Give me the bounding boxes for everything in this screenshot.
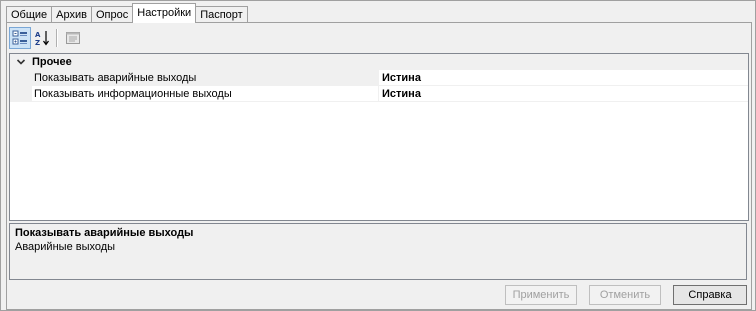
tab-settings[interactable]: Настройки — [132, 3, 197, 23]
property-name[interactable]: Показывать информационные выходы — [32, 86, 379, 102]
row-gutter — [10, 70, 32, 86]
tab-strip: Общие Архив Опрос Настройки Паспорт — [6, 3, 248, 23]
alphabetical-sort-button[interactable]: A Z — [31, 27, 53, 49]
category-label: Прочее — [32, 56, 72, 68]
property-row[interactable]: Показывать информационные выходы Истина — [10, 86, 748, 102]
row-gutter — [10, 86, 32, 102]
property-pages-icon — [66, 32, 80, 44]
tab-polling[interactable]: Опрос — [92, 6, 134, 23]
property-name[interactable]: Показывать аварийные выходы — [32, 70, 379, 86]
property-pages-button[interactable] — [62, 27, 84, 49]
collapse-toggle[interactable] — [10, 57, 32, 67]
property-grid: Прочее Показывать аварийные выходы Истин… — [9, 53, 749, 221]
property-grid-toolbar: A Z — [9, 26, 747, 50]
description-panel: Показывать аварийные выходы Аварийные вы… — [9, 223, 747, 280]
help-button[interactable]: Справка — [673, 285, 747, 305]
property-row[interactable]: Показывать аварийные выходы Истина — [10, 70, 748, 86]
description-text: Аварийные выходы — [15, 241, 116, 253]
settings-window: Общие Архив Опрос Настройки Паспорт A Z … — [0, 0, 756, 311]
category-row[interactable]: Прочее — [10, 54, 748, 70]
property-value[interactable]: Истина — [379, 86, 748, 102]
tab-general[interactable]: Общие — [6, 6, 53, 23]
categorized-view-icon — [12, 30, 27, 45]
tab-archive[interactable]: Архив — [52, 6, 92, 23]
property-value[interactable]: Истина — [379, 70, 748, 86]
apply-button[interactable]: Применить — [505, 285, 577, 305]
description-title: Показывать аварийные выходы — [15, 227, 194, 239]
settings-panel: A Z Прочее Показывать аварийные выходы И… — [6, 22, 752, 310]
svg-text:Z: Z — [35, 39, 40, 46]
cancel-button[interactable]: Отменить — [589, 285, 661, 305]
tab-passport[interactable]: Паспорт — [196, 6, 248, 23]
toolbar-separator — [56, 29, 58, 47]
chevron-down-icon — [16, 59, 26, 65]
alphabetical-sort-icon: A Z — [35, 31, 49, 46]
categorized-view-button[interactable] — [9, 27, 31, 49]
svg-text:A: A — [35, 31, 41, 39]
